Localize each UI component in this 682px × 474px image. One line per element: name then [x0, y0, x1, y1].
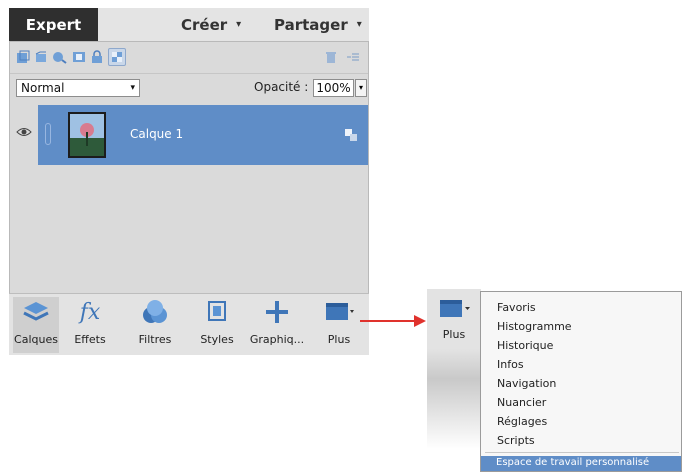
chevron-down-icon: ▾	[236, 19, 242, 30]
adjustment-layer-icon[interactable]	[52, 49, 67, 64]
plus-button-expanded[interactable]: Plus	[431, 294, 477, 348]
filtres-button[interactable]: Filtres	[130, 297, 180, 353]
blend-mode-select[interactable]: Normal ▾	[16, 79, 140, 97]
layer-thumbnail[interactable]	[68, 112, 106, 158]
lock-transparency-icon[interactable]	[108, 48, 126, 66]
bottom-panel-bar: Calques fx Effets Filtres Styles Graphiq…	[9, 293, 369, 355]
new-group-icon[interactable]	[34, 49, 48, 63]
new-layer-icon[interactable]	[16, 49, 30, 63]
menu-item-nuancier[interactable]: Nuancier	[497, 396, 546, 409]
styles-label: Styles	[200, 333, 234, 346]
menu-item-navigation[interactable]: Navigation	[497, 377, 556, 390]
effets-label: Effets	[74, 333, 106, 346]
graphiques-button[interactable]: Graphiq...	[249, 297, 305, 353]
calques-label: Calques	[14, 333, 58, 346]
menu-item-espace-label: Espace de travail personnalisé	[496, 457, 650, 468]
chevron-down-icon: ▾	[130, 83, 135, 93]
plus-icon	[260, 297, 294, 327]
menu-item-espace-de-travail[interactable]: Espace de travail personnalisé	[481, 456, 681, 471]
layers-toolbar	[10, 42, 368, 74]
tab-creer-label: Créer	[181, 15, 228, 34]
panel-menu: Favoris Histogramme Historique Infos Nav…	[480, 291, 682, 472]
chevron-down-icon: ▾	[356, 19, 362, 30]
panel-icon	[322, 297, 356, 327]
menu-item-scripts[interactable]: Scripts	[497, 434, 535, 447]
blend-options: Normal ▾ Opacité : 100% ▾	[10, 74, 368, 103]
arrow-indicator	[360, 315, 426, 327]
filters-icon	[138, 297, 172, 327]
opacity-dropdown-button[interactable]: ▾	[355, 79, 367, 97]
fx-icon: fx	[79, 299, 101, 325]
layer-name[interactable]: Calque 1	[130, 127, 183, 141]
eye-icon[interactable]	[16, 126, 32, 142]
menu-item-historique[interactable]: Historique	[497, 339, 553, 352]
layer-style-icon[interactable]	[345, 126, 357, 141]
styles-button[interactable]: Styles	[195, 297, 239, 353]
styles-icon	[200, 297, 234, 327]
opacity-label: Opacité :	[254, 80, 309, 94]
graphiques-label: Graphiq...	[249, 333, 305, 346]
top-tab-bar: Expert Créer ▾ Partager ▾	[9, 8, 369, 41]
calques-button[interactable]: Calques	[13, 297, 59, 353]
menu-separator	[485, 452, 679, 453]
tab-expert-label: Expert	[25, 15, 82, 34]
menu-item-histogramme[interactable]: Histogramme	[497, 320, 572, 333]
plus-area: Plus	[427, 289, 481, 474]
layers-icon	[19, 297, 53, 327]
menu-item-favoris[interactable]: Favoris	[497, 301, 536, 314]
lock-icon[interactable]	[90, 49, 104, 63]
filtres-label: Filtres	[138, 333, 172, 346]
plus-flyout: Plus Favoris Histogramme Historique Info…	[427, 289, 682, 474]
trash-icon[interactable]	[324, 49, 338, 63]
effets-button[interactable]: fx Effets	[69, 297, 111, 353]
panel-icon	[431, 294, 477, 324]
tab-creer[interactable]: Créer ▾	[181, 8, 241, 41]
link-icon[interactable]	[45, 123, 51, 145]
opacity-input[interactable]: 100%	[313, 79, 354, 97]
opacity-value: 100%	[316, 81, 351, 95]
tab-expert[interactable]: Expert	[9, 8, 98, 41]
plus-label: Plus	[327, 333, 351, 346]
menu-item-reglages[interactable]: Réglages	[497, 415, 547, 428]
menu-item-infos[interactable]: Infos	[497, 358, 524, 371]
plus-expanded-label: Plus	[442, 328, 466, 341]
panel-menu-icon[interactable]	[346, 49, 360, 63]
tab-partager-label: Partager	[274, 15, 348, 34]
layer-row[interactable]: Calque 1	[10, 105, 368, 165]
layer-selected-highlight[interactable]: Calque 1	[38, 105, 368, 165]
layer-mask-icon[interactable]	[72, 49, 86, 63]
blend-mode-value: Normal	[21, 81, 65, 95]
tab-partager[interactable]: Partager ▾	[274, 8, 362, 41]
plus-button[interactable]: Plus	[317, 297, 361, 353]
